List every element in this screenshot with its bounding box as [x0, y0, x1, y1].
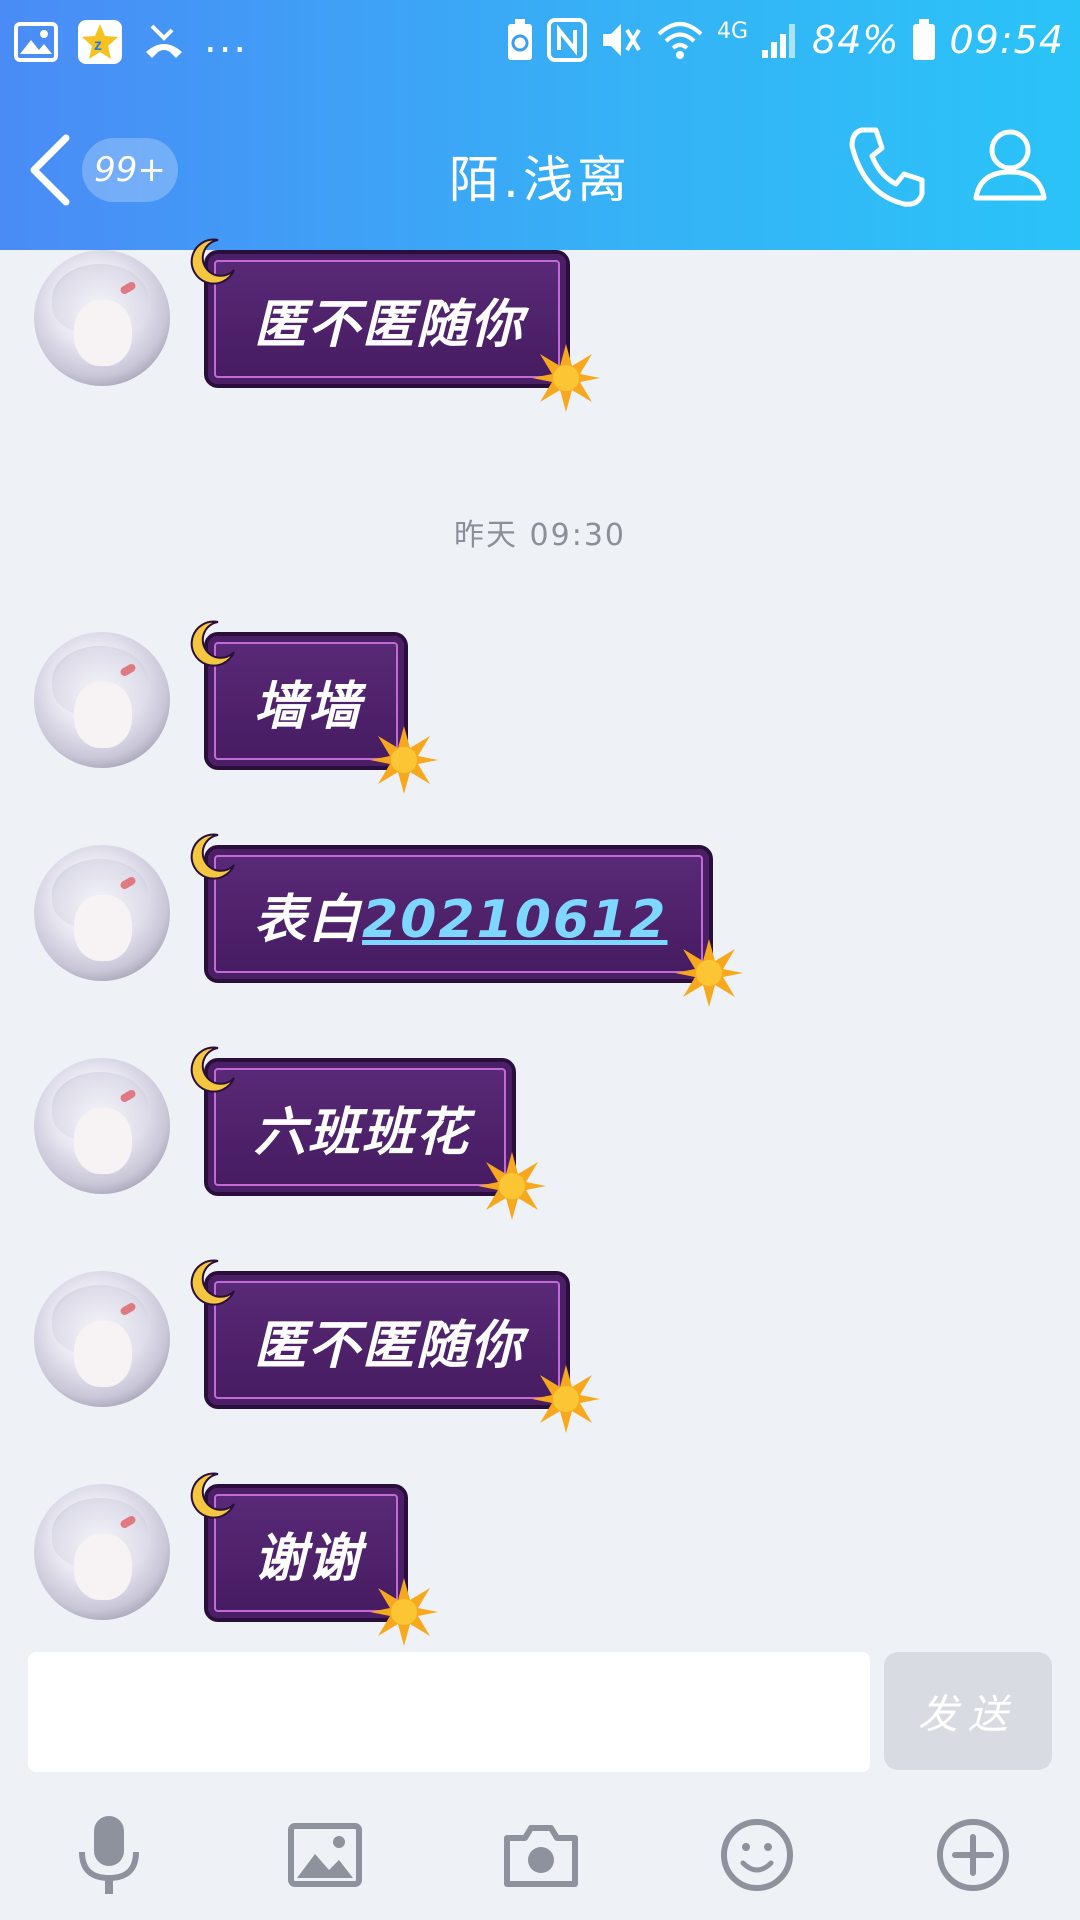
- avatar[interactable]: [34, 1271, 170, 1407]
- camera-icon: [504, 1825, 578, 1887]
- moon-icon: [190, 1259, 235, 1306]
- voice-button[interactable]: [64, 1810, 154, 1900]
- message-link[interactable]: 20210612: [362, 890, 667, 950]
- message-text: 表白20210612: [254, 877, 667, 952]
- emoji-button[interactable]: [712, 1810, 802, 1900]
- message-bubble[interactable]: 匿不匿随你: [190, 238, 601, 412]
- avatar[interactable]: [34, 845, 170, 981]
- message-text: 墙墙: [254, 676, 363, 737]
- moon-icon: [190, 620, 235, 667]
- avatar[interactable]: [34, 1484, 170, 1620]
- more-button[interactable]: [928, 1810, 1018, 1900]
- battery-saver-icon: [505, 18, 535, 62]
- person-icon: [973, 129, 1047, 201]
- qzone-notification-icon: z: [76, 18, 124, 66]
- message-text: 匿不匿随你: [254, 294, 525, 355]
- message-text: 谢谢: [254, 1528, 363, 1589]
- moon-icon: [190, 1046, 235, 1093]
- camera-button[interactable]: [496, 1810, 586, 1900]
- message-bubble[interactable]: 六班班花: [190, 1046, 547, 1220]
- top-bar: z ... 4G 84% 09:54 99+ 陌.浅离: [0, 0, 1080, 250]
- gallery-notification-icon: [14, 22, 58, 62]
- moon-icon: [190, 238, 235, 285]
- mute-vibrate-icon: [599, 18, 643, 62]
- send-button[interactable]: 发送: [884, 1652, 1052, 1770]
- sun-icon: [370, 1578, 439, 1646]
- nav-bar: 99+ 陌.浅离: [0, 100, 1080, 230]
- emoji-icon: [721, 1819, 793, 1891]
- timestamp: 昨天 09:30: [454, 518, 626, 553]
- battery-percent: 84%: [812, 18, 900, 62]
- plus-icon: [937, 1819, 1009, 1891]
- message-bubble[interactable]: 谢谢: [190, 1472, 439, 1646]
- sun-icon: [532, 1365, 601, 1433]
- profile-button[interactable]: [970, 124, 1050, 204]
- more-notifications: ...: [204, 16, 249, 62]
- input-toolbar: [0, 1810, 1080, 1900]
- battery-icon: [911, 18, 937, 62]
- signal-icon: [760, 20, 800, 60]
- message-bubble[interactable]: 匿不匿随你: [190, 1259, 601, 1433]
- message-bubble[interactable]: 表白20210612: [190, 833, 744, 1007]
- wifi-icon: [655, 18, 705, 62]
- message-input[interactable]: [28, 1652, 870, 1772]
- network-type: 4G: [716, 18, 749, 44]
- avatar[interactable]: [34, 1058, 170, 1194]
- message-text: 六班班花: [254, 1102, 471, 1163]
- message-text-prefix: 表白: [254, 889, 363, 950]
- image-icon: [288, 1823, 362, 1887]
- sun-icon: [478, 1152, 547, 1220]
- nfc-icon: [546, 18, 587, 62]
- avatar[interactable]: [34, 250, 170, 386]
- moon-icon: [190, 1472, 235, 1519]
- sun-icon: [532, 344, 601, 412]
- message-bubble[interactable]: 墙墙: [190, 620, 439, 794]
- microphone-icon: [79, 1816, 139, 1894]
- sun-icon: [675, 939, 744, 1007]
- phone-icon: [849, 127, 925, 207]
- missed-call-icon: [142, 22, 186, 62]
- photo-button[interactable]: [280, 1810, 370, 1900]
- message-text: 匿不匿随你: [254, 1315, 525, 1376]
- sun-icon: [370, 726, 439, 794]
- call-button[interactable]: [844, 122, 930, 212]
- clock: 09:54: [949, 18, 1064, 62]
- status-bar: z ... 4G 84% 09:54: [0, 0, 1080, 86]
- moon-icon: [190, 833, 235, 880]
- avatar[interactable]: [34, 632, 170, 768]
- svg-text:z: z: [94, 37, 102, 54]
